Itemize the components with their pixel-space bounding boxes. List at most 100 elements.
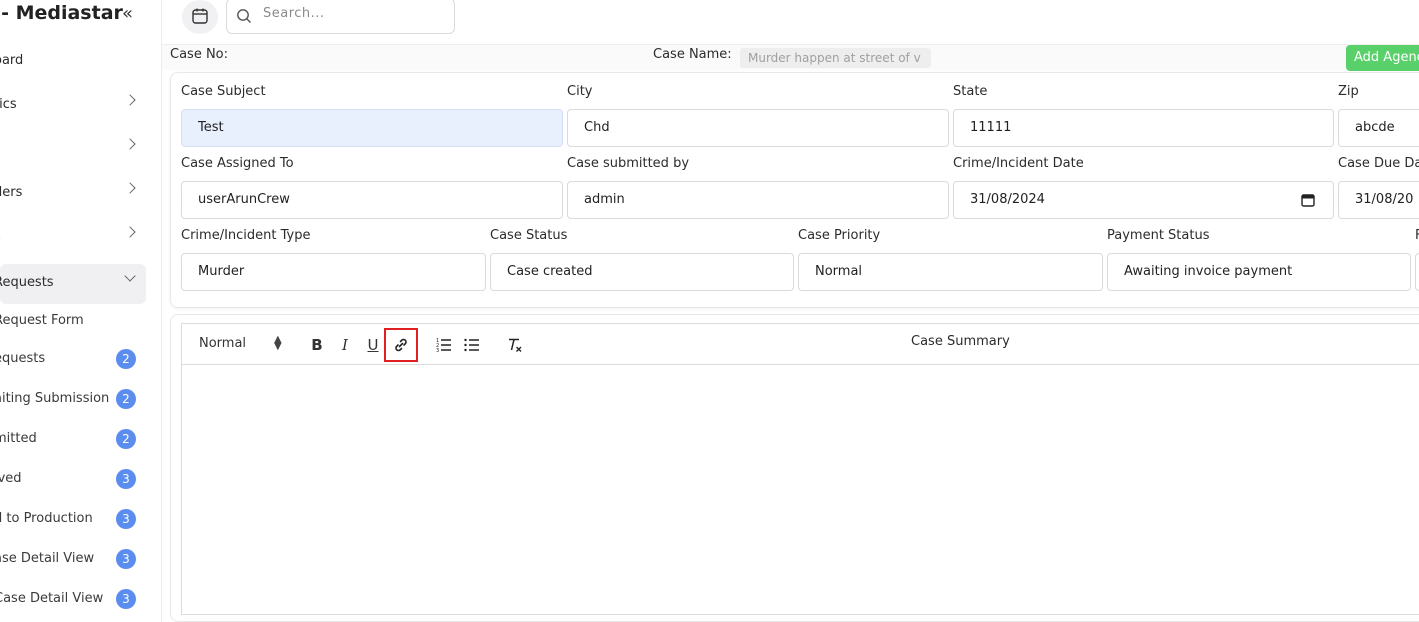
search-icon — [237, 9, 251, 23]
zip-input[interactable]: abcde — [1338, 109, 1419, 147]
case-summary-card: Normal ▲ ▼ B I U 1 2 3 Case Summary — [170, 314, 1419, 622]
case-header: Case No: Case Name: Murder happen at str… — [162, 44, 1419, 71]
sidebar-item-menu[interactable] — [0, 130, 146, 170]
case-assigned-to-label: Case Assigned To — [181, 156, 294, 171]
count-badge: 2 — [116, 389, 136, 409]
payment-status-select[interactable]: Awaiting invoice payment — [1107, 253, 1411, 291]
sidebar-item-label: tics — [0, 97, 17, 112]
topbar — [162, 0, 1419, 44]
calendar-button[interactable] — [182, 0, 218, 34]
bullet-list-icon — [464, 338, 479, 352]
case-name-label: Case Name: — [653, 47, 732, 62]
state-label: State — [953, 84, 988, 99]
ordered-list-icon: 1 2 3 — [436, 338, 451, 354]
clear-format-icon — [509, 338, 522, 352]
sidebar-item-label: ders — [0, 185, 23, 200]
link-button[interactable] — [384, 328, 418, 362]
count-badge: 2 — [116, 429, 136, 449]
clear-format-button[interactable] — [504, 334, 526, 356]
case-submitted-by-label: Case submitted by — [567, 156, 690, 171]
case-submitted-by-input[interactable]: admin — [567, 181, 949, 219]
svg-text:3: 3 — [436, 348, 439, 353]
case-details-form: Case Subject Test City Chd State 11111 Z… — [170, 72, 1419, 308]
sidebar-subitem-requests[interactable]: equests 2 — [0, 340, 146, 380]
case-subject-label: Case Subject — [181, 84, 266, 99]
case-summary-title: Case Summary — [911, 334, 1010, 349]
sidebar-subitem-case-detail-view-2[interactable]: Case Detail View 3 — [0, 580, 146, 620]
case-due-date-input[interactable]: 31/08/20 — [1338, 181, 1419, 219]
format-select[interactable]: Normal — [199, 336, 246, 351]
case-name-field[interactable]: Murder happen at street of v — [740, 48, 931, 68]
sidebar-subitem-awaiting-submission[interactable]: aiting Submission 2 — [0, 380, 146, 420]
case-due-date-label: Case Due Da — [1338, 156, 1419, 171]
case-subject-input[interactable]: Test — [181, 109, 563, 147]
chevron-right-icon — [124, 94, 136, 106]
sidebar-item-requests[interactable]: Requests — [0, 264, 146, 304]
payment-status-label: Payment Status — [1107, 228, 1210, 243]
sidebar-item-label: Requests — [0, 275, 54, 290]
sidebar-subitem-label: mitted — [0, 431, 37, 446]
sidebar-subitem-case-detail-view[interactable]: ase Detail View 3 — [0, 540, 146, 580]
sidebar-subitem-label: Request Form — [0, 313, 84, 328]
crime-date-label: Crime/Incident Date — [953, 156, 1084, 171]
case-status-select[interactable]: Case created — [490, 253, 794, 291]
sidebar-item-label: oard — [0, 53, 24, 68]
chevron-right-icon — [124, 182, 136, 194]
chevron-right-icon — [124, 138, 136, 150]
crime-date-value: 31/08/2024 — [970, 192, 1045, 207]
bold-button[interactable]: B — [306, 334, 328, 356]
ordered-list-button[interactable]: 1 2 3 — [433, 334, 455, 356]
sidebar-subitem-submitted[interactable]: mitted 2 — [0, 420, 146, 460]
calendar-icon[interactable] — [1301, 193, 1315, 207]
sidebar-item-dashboard[interactable]: oard — [0, 42, 146, 82]
sidebar-subitem-label: equests — [0, 351, 46, 366]
sidebar-item-label: s — [0, 229, 1, 244]
rich-text-editor: Normal ▲ ▼ B I U 1 2 3 Case Summary — [181, 323, 1419, 615]
count-badge: 3 — [116, 589, 136, 609]
sidebar-subitem-sent-to-production[interactable]: d to Production 3 — [0, 500, 146, 540]
double-chevron-left-icon[interactable]: « — [122, 3, 133, 24]
sidebar-subitem-received[interactable]: ived 3 — [0, 460, 146, 500]
extra-field-label: F — [1415, 228, 1419, 243]
case-priority-select[interactable]: Normal — [798, 253, 1103, 291]
state-input[interactable]: 11111 — [953, 109, 1334, 147]
zip-label: Zip — [1338, 84, 1359, 99]
count-badge: 3 — [116, 469, 136, 489]
crime-date-input[interactable]: 31/08/2024 — [953, 181, 1334, 219]
brand-title: J- Mediastar — [0, 2, 123, 24]
extra-field-input[interactable] — [1415, 253, 1419, 291]
link-icon — [395, 338, 407, 352]
sidebar-item-settings[interactable]: s — [0, 218, 146, 258]
count-badge: 3 — [116, 509, 136, 529]
sidebar-subitem-label: ived — [0, 471, 22, 486]
sidebar-subitem-label: aiting Submission — [0, 391, 110, 406]
sidebar-subitem-label: Case Detail View — [0, 591, 104, 606]
case-assigned-to-input[interactable]: userArunCrew — [181, 181, 563, 219]
city-label: City — [567, 84, 593, 99]
chevron-down-icon — [124, 270, 136, 282]
italic-button[interactable]: I — [334, 334, 356, 356]
crime-type-label: Crime/Incident Type — [181, 228, 311, 243]
sidebar-subitem-request-form[interactable]: Request Form — [0, 302, 146, 342]
bullet-list-button[interactable] — [461, 334, 483, 356]
chevron-right-icon — [124, 226, 136, 238]
sidebar-item-orders[interactable]: ders — [0, 174, 146, 214]
sidebar-subitem-label: d to Production — [0, 511, 93, 526]
sidebar-subitem-label: ase Detail View — [0, 551, 95, 566]
calendar-icon — [192, 8, 208, 24]
city-input[interactable]: Chd — [567, 109, 949, 147]
editor-content-area[interactable] — [182, 365, 1419, 615]
count-badge: 2 — [116, 349, 136, 369]
case-priority-label: Case Priority — [798, 228, 881, 243]
editor-toolbar: Normal ▲ ▼ B I U 1 2 3 Case Summary — [182, 324, 1419, 365]
sidebar: J- Mediastar « oard tics ders s Requests… — [0, 0, 162, 622]
case-no-label: Case No: — [170, 47, 229, 62]
case-status-label: Case Status — [490, 228, 568, 243]
underline-button[interactable]: U — [362, 334, 384, 356]
search-input[interactable] — [263, 6, 443, 21]
sidebar-item-statistics[interactable]: tics — [0, 86, 146, 126]
search-box[interactable] — [226, 0, 455, 34]
add-agency-button[interactable]: Add Agenc — [1346, 45, 1419, 71]
count-badge: 3 — [116, 549, 136, 569]
crime-type-select[interactable]: Murder — [181, 253, 486, 291]
